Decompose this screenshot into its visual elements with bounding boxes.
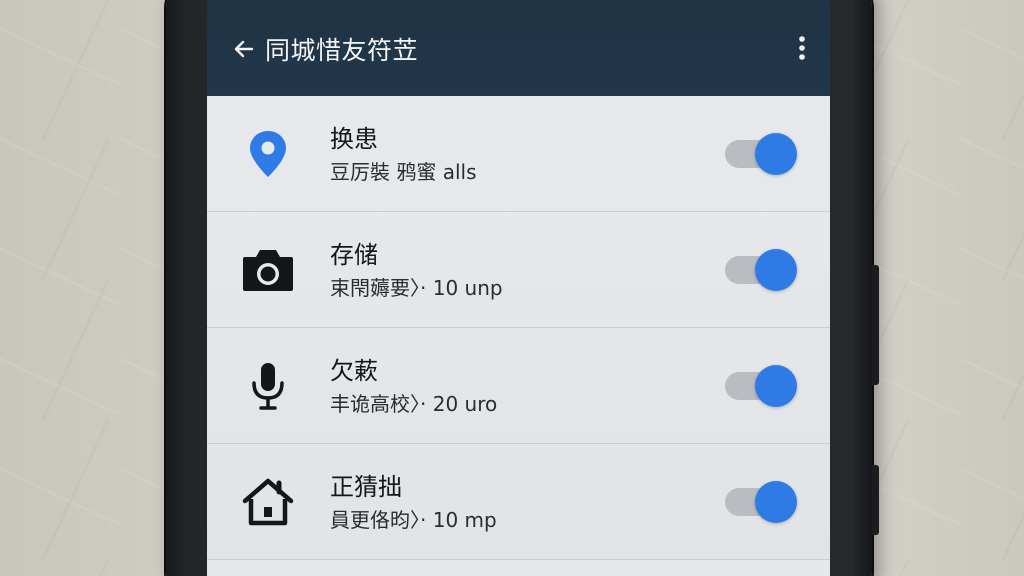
list-item[interactable]: 存储 束閇薅要〉· 10 unp: [207, 212, 830, 328]
microphone-icon: [240, 358, 296, 414]
location-pin-icon: [240, 126, 296, 182]
toggle-switch[interactable]: [725, 480, 797, 523]
list-item[interactable]: 换患 豆厉裝 鸦蜜 alls: [207, 96, 830, 212]
item-subtitle: 束閇薅要〉· 10 unp: [330, 276, 503, 300]
item-subtitle: 豆厉裝 鸦蜜 alls: [330, 160, 477, 184]
item-subtitle: 丰诡高校〉· 20 uro: [330, 392, 498, 416]
item-subtitle: 員更佫昀〉· 10 mp: [330, 508, 497, 532]
app-bar: 同城惜友符苙: [207, 0, 830, 96]
item-label: 存储: [330, 241, 378, 269]
camera-icon: [240, 242, 296, 298]
page-title: 同城惜友符苙: [265, 36, 419, 65]
list-item[interactable]: 正猜拙 員更佫昀〉· 10 mp: [207, 444, 830, 560]
toggle-thumb: [755, 480, 797, 523]
permission-list: 换患 豆厉裝 鸦蜜 alls 存储 束閇薅要〉· 10 unp 欠蔌 丰诡高校〉…: [207, 96, 830, 560]
toggle-thumb: [755, 132, 797, 175]
home-icon: [240, 474, 296, 530]
arrow-left-icon[interactable]: [229, 34, 259, 64]
toggle-thumb: [755, 364, 797, 407]
toggle-switch[interactable]: [725, 132, 797, 175]
toggle-thumb: [755, 248, 797, 291]
list-item[interactable]: 欠蔌 丰诡高校〉· 20 uro: [207, 328, 830, 444]
more-vert-icon[interactable]: [790, 28, 814, 68]
toggle-switch[interactable]: [725, 364, 797, 407]
volume-button: [872, 265, 879, 385]
item-label: 换患: [330, 125, 378, 153]
power-button: [872, 465, 879, 535]
toggle-switch[interactable]: [725, 248, 797, 291]
screen: 同城惜友符苙 换患 豆厉裝 鸦蜜 alls 存储 束閇薅要〉· 10 unp 欠…: [207, 0, 830, 576]
item-label: 正猜拙: [330, 473, 402, 501]
item-label: 欠蔌: [330, 357, 378, 385]
